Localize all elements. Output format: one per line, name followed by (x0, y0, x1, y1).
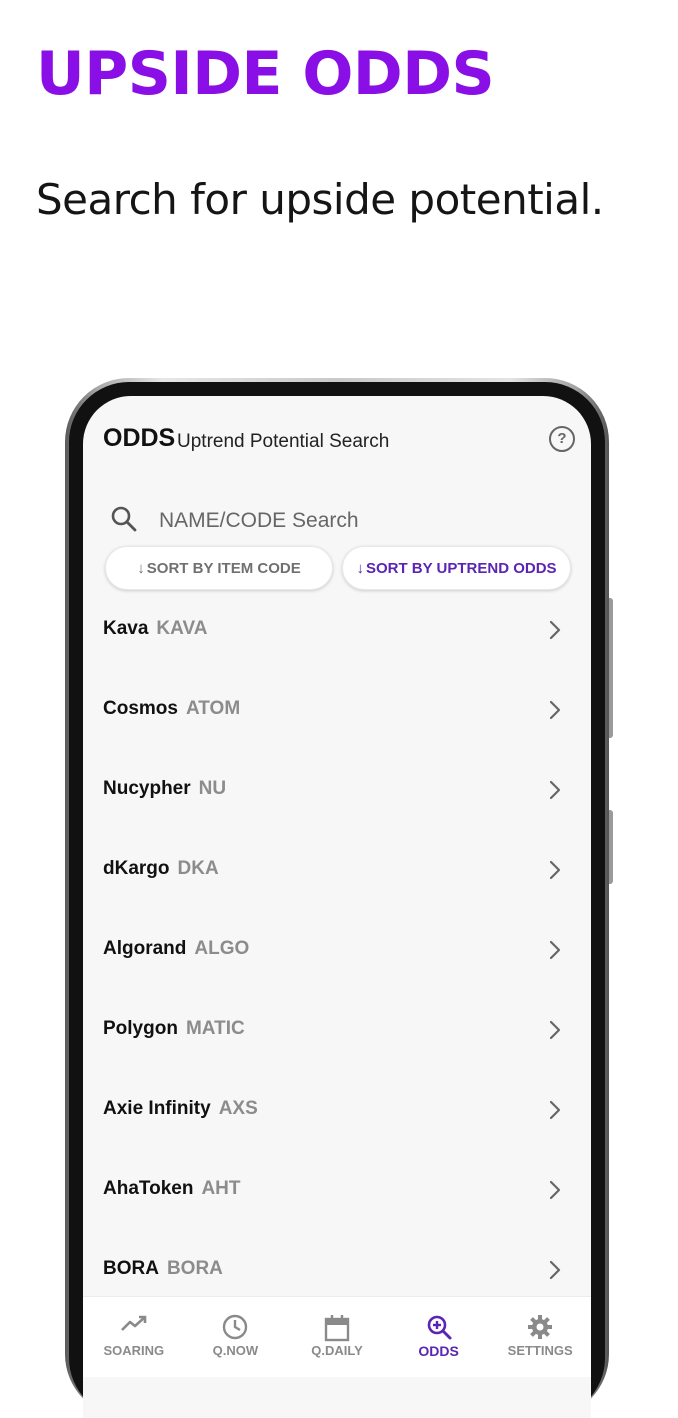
search-bar (83, 496, 591, 544)
app-screen: ODDS Uptrend Potential Search ? ↓ SORT B… (83, 396, 591, 1418)
nav-label: SETTINGS (507, 1343, 573, 1358)
chevron-right-icon (549, 1020, 561, 1040)
sort-arrow-icon: ↓ (356, 559, 364, 577)
item-code: ATOM (185, 698, 241, 719)
app-subtitle: Uptrend Potential Search (177, 431, 390, 452)
app-title: ODDS (103, 424, 176, 452)
nav-label: Q.NOW (212, 1343, 259, 1358)
chevron-right-icon (549, 1100, 561, 1120)
item-name: Kava (103, 618, 149, 639)
coin-list: Kava KAVA Cosmos ATOM Nucypher NU dKargo DKA Alg… (83, 590, 591, 1310)
chevron-right-icon (549, 1260, 561, 1280)
sort-by-uptrend-odds-label: SORT BY UPTREND ODDS (365, 559, 557, 577)
item-label: Nucypher NU (103, 778, 226, 800)
list-item[interactable]: dKargo DKA (83, 830, 591, 910)
item-code: ALGO (194, 938, 250, 959)
nav-item-soaring[interactable]: SOARING (83, 1297, 185, 1377)
item-code: AXS (218, 1098, 258, 1119)
nav-label: Q.DAILY (311, 1343, 363, 1358)
chevron-right-icon (549, 620, 561, 640)
nav-item-settings[interactable]: SETTINGS (489, 1297, 591, 1377)
zoom-in-icon (425, 1313, 453, 1346)
sort-by-uptrend-odds-button[interactable]: ↓ SORT BY UPTREND ODDS (342, 546, 571, 590)
item-label: Kava KAVA (103, 618, 207, 640)
gear-icon (526, 1313, 554, 1346)
app-header: ODDS Uptrend Potential Search ? (83, 396, 591, 476)
chevron-right-icon (549, 780, 561, 800)
list-item[interactable]: Cosmos ATOM (83, 670, 591, 750)
item-label: dKargo DKA (103, 858, 219, 880)
bottom-nav: SOARING Q.NOW Q.DAILY ODDS SETTINGS (83, 1296, 591, 1377)
phone-frame: ODDS Uptrend Potential Search ? ↓ SORT B… (65, 378, 609, 1418)
chevron-right-icon (549, 860, 561, 880)
item-code: MATIC (185, 1018, 245, 1039)
list-item[interactable]: Axie Infinity AXS (83, 1070, 591, 1150)
item-code: DKA (177, 858, 219, 879)
nav-item-odds[interactable]: ODDS (388, 1297, 490, 1377)
item-label: Algorand ALGO (103, 938, 249, 960)
item-name: Polygon (103, 1018, 178, 1039)
item-name: Axie Infinity (103, 1098, 211, 1119)
chevron-right-icon (549, 940, 561, 960)
item-label: AhaToken AHT (103, 1178, 241, 1200)
item-label: Cosmos ATOM (103, 698, 240, 720)
trending-up-icon (120, 1313, 148, 1338)
item-name: BORA (103, 1258, 159, 1279)
search-input[interactable] (157, 500, 521, 542)
item-name: Cosmos (103, 698, 178, 719)
list-item[interactable]: Polygon MATIC (83, 990, 591, 1070)
list-item[interactable]: Nucypher NU (83, 750, 591, 830)
list-item[interactable]: Algorand ALGO (83, 910, 591, 990)
item-code: KAVA (156, 618, 208, 639)
list-item[interactable]: AhaToken AHT (83, 1150, 591, 1230)
nav-item-q-daily[interactable]: Q.DAILY (286, 1297, 388, 1377)
item-code: NU (198, 778, 227, 799)
sort-by-item-code-label: SORT BY ITEM CODE (146, 559, 301, 577)
nav-label: SOARING (103, 1343, 165, 1358)
item-name: Algorand (103, 938, 187, 959)
phone-bezel: ODDS Uptrend Potential Search ? ↓ SORT B… (69, 382, 605, 1418)
question-circle-icon[interactable]: ? (549, 426, 575, 452)
item-label: BORA BORA (103, 1258, 223, 1280)
item-code: AHT (201, 1178, 241, 1199)
item-label: Polygon MATIC (103, 1018, 245, 1040)
item-code: BORA (166, 1258, 223, 1279)
search-icon[interactable] (109, 504, 139, 534)
item-name: dKargo (103, 858, 170, 879)
sort-arrow-icon: ↓ (137, 559, 145, 577)
nav-item-q-now[interactable]: Q.NOW (185, 1297, 287, 1377)
item-label: Axie Infinity AXS (103, 1098, 258, 1120)
item-name: AhaToken (103, 1178, 194, 1199)
clock-icon (221, 1313, 249, 1346)
sort-by-item-code-button[interactable]: ↓ SORT BY ITEM CODE (105, 546, 333, 590)
list-item[interactable]: Kava KAVA (83, 590, 591, 670)
promo-subtitle: Search for upside potential. (36, 175, 604, 224)
chevron-right-icon (549, 1180, 561, 1200)
promo-title: UPSIDE ODDS (36, 39, 495, 109)
chevron-right-icon (549, 700, 561, 720)
item-name: Nucypher (103, 778, 191, 799)
